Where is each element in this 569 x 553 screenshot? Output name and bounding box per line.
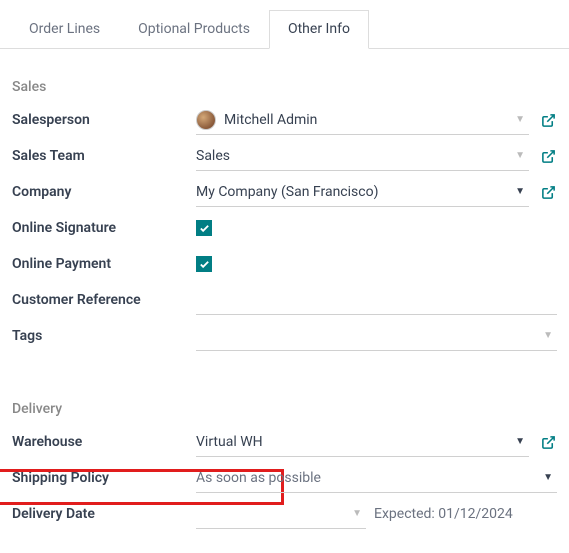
- sales-section-title: Sales: [12, 79, 557, 95]
- tab-other-info[interactable]: Other Info: [269, 10, 369, 49]
- warehouse-value: Virtual WH: [196, 434, 511, 450]
- company-row: Company My Company (San Francisco) ▼: [12, 175, 557, 209]
- customer-reference-field[interactable]: [196, 285, 557, 315]
- company-field[interactable]: My Company (San Francisco) ▼: [196, 177, 529, 207]
- chevron-down-icon[interactable]: ▼: [352, 508, 362, 519]
- company-label: Company: [12, 184, 196, 200]
- tab-order-lines[interactable]: Order Lines: [10, 10, 119, 48]
- expected-date-text: Expected: 01/12/2024: [374, 506, 513, 522]
- sales-team-field[interactable]: Sales ▼: [196, 141, 529, 171]
- chevron-down-icon[interactable]: ▼: [515, 114, 525, 125]
- tags-row: Tags ▼: [12, 319, 557, 353]
- online-payment-label: Online Payment: [12, 256, 196, 272]
- tab-bar: Order Lines Optional Products Other Info: [0, 10, 569, 49]
- delivery-date-label: Delivery Date: [12, 506, 196, 522]
- sales-section: Sales Salesperson Mitchell Admin ▼ Sales…: [0, 79, 569, 353]
- tab-optional-products[interactable]: Optional Products: [119, 10, 269, 48]
- chevron-down-icon[interactable]: ▼: [515, 436, 525, 447]
- salesperson-row: Salesperson Mitchell Admin ▼: [12, 103, 557, 137]
- sales-team-label: Sales Team: [12, 148, 196, 164]
- external-link-icon[interactable]: [539, 185, 557, 200]
- tags-label: Tags: [12, 328, 196, 344]
- customer-reference-label: Customer Reference: [12, 292, 196, 308]
- online-signature-checkbox[interactable]: [196, 220, 212, 236]
- external-link-icon[interactable]: [539, 113, 557, 128]
- chevron-down-icon[interactable]: ▼: [543, 330, 553, 341]
- delivery-section-title: Delivery: [12, 401, 557, 417]
- online-signature-field: [196, 213, 557, 243]
- sales-team-value: Sales: [196, 148, 511, 164]
- sales-team-row: Sales Team Sales ▼: [12, 139, 557, 173]
- online-payment-field: [196, 249, 557, 279]
- tags-field[interactable]: ▼: [196, 321, 557, 351]
- expected-date-value: 01/12/2024: [438, 506, 513, 522]
- chevron-down-icon[interactable]: ▼: [543, 472, 553, 483]
- expected-prefix: Expected:: [374, 506, 438, 522]
- customer-reference-row: Customer Reference: [12, 283, 557, 317]
- shipping-policy-row: Shipping Policy As soon as possible ▼: [12, 461, 557, 495]
- shipping-policy-label: Shipping Policy: [12, 470, 196, 486]
- external-link-icon[interactable]: [539, 149, 557, 164]
- salesperson-label: Salesperson: [12, 112, 196, 128]
- online-signature-label: Online Signature: [12, 220, 196, 236]
- online-payment-checkbox[interactable]: [196, 256, 212, 272]
- salesperson-field[interactable]: Mitchell Admin ▼: [196, 105, 529, 135]
- shipping-policy-field[interactable]: As soon as possible ▼: [196, 463, 557, 493]
- external-link-icon[interactable]: [539, 435, 557, 450]
- online-signature-row: Online Signature: [12, 211, 557, 245]
- company-value: My Company (San Francisco): [196, 184, 511, 200]
- salesperson-value: Mitchell Admin: [224, 112, 511, 128]
- avatar: [196, 110, 216, 130]
- warehouse-field[interactable]: Virtual WH ▼: [196, 427, 529, 457]
- delivery-date-field[interactable]: ▼: [196, 499, 366, 529]
- shipping-policy-value: As soon as possible: [196, 470, 539, 486]
- delivery-section: Delivery Warehouse Virtual WH ▼ Shipping…: [0, 401, 569, 531]
- online-payment-row: Online Payment: [12, 247, 557, 281]
- warehouse-row: Warehouse Virtual WH ▼: [12, 425, 557, 459]
- chevron-down-icon[interactable]: ▼: [515, 186, 525, 197]
- delivery-date-row: Delivery Date ▼ Expected: 01/12/2024: [12, 497, 557, 531]
- chevron-down-icon[interactable]: ▼: [515, 150, 525, 161]
- warehouse-label: Warehouse: [12, 434, 196, 450]
